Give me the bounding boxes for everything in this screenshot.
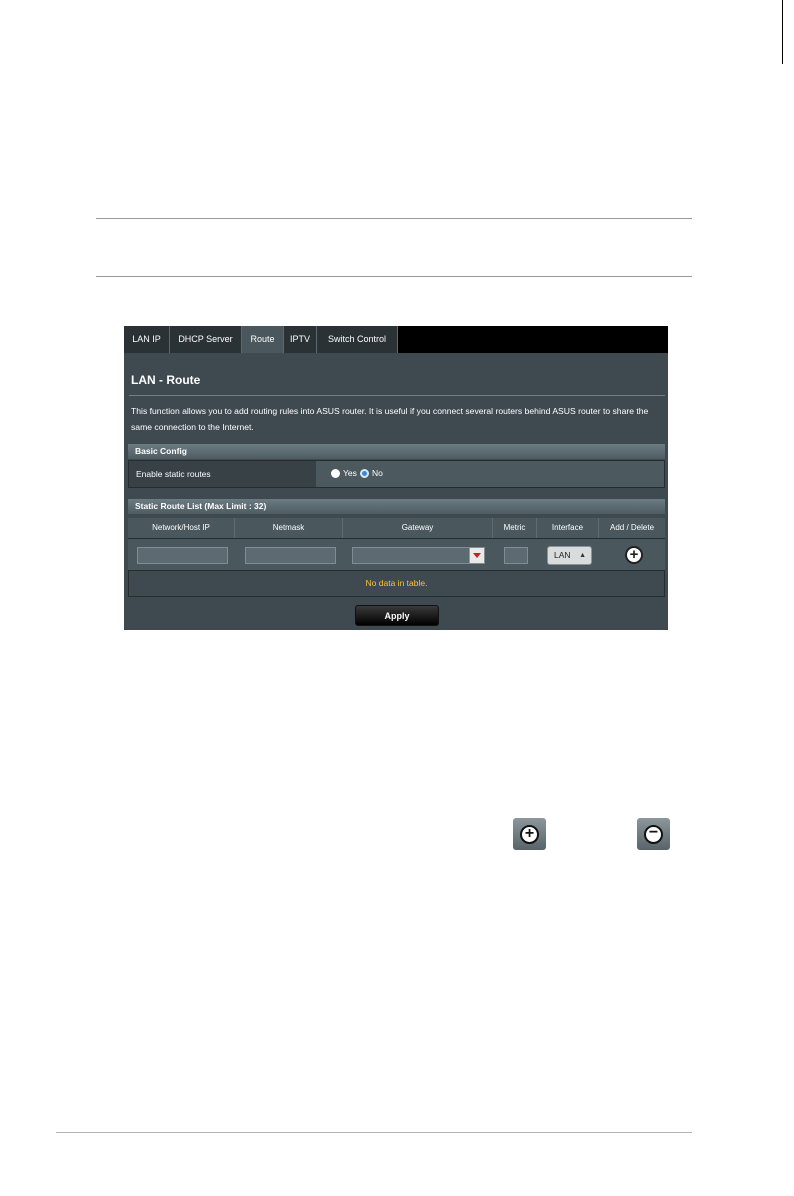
add-icon-sample: + (513, 818, 546, 850)
second-rule (96, 276, 692, 277)
network-host-ip-input[interactable] (137, 547, 228, 564)
tab-iptv[interactable]: IPTV (284, 326, 317, 353)
tab-switch-control[interactable]: Switch Control (317, 326, 398, 353)
tab-route[interactable]: Route (242, 326, 284, 353)
metric-input[interactable] (504, 547, 528, 564)
radio-yes[interactable] (331, 469, 340, 478)
page-description: This function allows you to add routing … (131, 406, 649, 432)
col-interface: Interface (537, 518, 599, 538)
col-metric: Metric (493, 518, 537, 538)
updown-arrows-icon: ▲︎ (579, 552, 586, 559)
enable-static-routes-row: Enable static routes Yes No (128, 460, 665, 488)
page-title: LAN - Route (131, 373, 201, 387)
interface-value: LAN (554, 550, 571, 560)
gateway-dropdown-icon[interactable] (469, 548, 484, 563)
top-rule (96, 218, 692, 219)
col-add-delete: Add / Delete (609, 523, 655, 532)
apply-button[interactable]: Apply (355, 605, 439, 626)
col-netmask: Netmask (235, 518, 343, 538)
route-table-header: Network/Host IP Netmask Gateway Metric I… (128, 518, 665, 538)
delete-icon-sample: − (637, 818, 670, 850)
col-gateway: Gateway (343, 518, 493, 538)
radio-no-label: No (372, 468, 383, 478)
enable-static-routes-label: Enable static routes (129, 461, 316, 487)
minus-circle-icon: − (644, 825, 663, 844)
router-ui-screenshot: LAN IP DHCP Server Route IPTV Switch Con… (124, 326, 668, 630)
footer-rule (56, 1132, 692, 1133)
radio-yes-label: Yes (343, 468, 357, 478)
static-route-list-header: Static Route List (Max Limit : 32) (128, 499, 665, 514)
plus-circle-icon: + (520, 825, 539, 844)
enable-static-routes-options: Yes No (316, 461, 664, 487)
netmask-input[interactable] (245, 547, 336, 564)
basic-config-header: Basic Config (128, 444, 665, 459)
tab-dhcp-server[interactable]: DHCP Server (170, 326, 242, 353)
tab-lan-ip[interactable]: LAN IP (124, 326, 170, 353)
tab-bar: LAN IP DHCP Server Route IPTV Switch Con… (124, 326, 668, 353)
route-input-row: LAN ▲︎ + (128, 538, 665, 570)
gateway-input[interactable] (352, 547, 485, 564)
col-network-host-ip: Network/Host IP (128, 518, 235, 538)
add-route-button[interactable]: + (625, 546, 643, 564)
margin-line (782, 0, 783, 64)
empty-table-message: No data in table. (128, 570, 665, 597)
interface-select[interactable]: LAN ▲︎ (547, 546, 592, 565)
radio-no[interactable] (360, 469, 369, 478)
title-divider (129, 395, 665, 396)
